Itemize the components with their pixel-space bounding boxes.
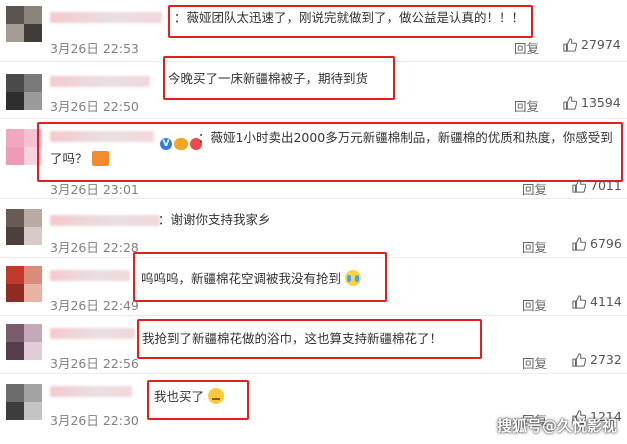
like-button[interactable]: 7011 [572, 178, 622, 193]
like-count: 6796 [590, 236, 622, 251]
comment-item: V ：薇娅1小时卖出2000多万元新疆棉制品，新疆棉的优质和热度，你感受到了吗？… [0, 119, 627, 198]
thumbs-up-icon [572, 236, 586, 251]
like-count: 2732 [590, 352, 622, 367]
comment-item: ：薇娅团队太迅速了，刚说完就做到了，做公益是认真的！！！ 3月26日 22:53… [0, 0, 627, 61]
username-blurred[interactable] [50, 270, 130, 281]
like-count: 7011 [590, 178, 622, 193]
comment-item: ：谢谢你支持我家乡 3月26日 22:28 回复 6796 [0, 199, 627, 255]
reply-button[interactable]: 回复 [522, 179, 547, 198]
thumbs-up-icon [563, 37, 577, 52]
comment-item: 我抢到了新疆棉花做的浴巾，这也算支持新疆棉花了！ 3月26日 22:56 回复 … [0, 316, 627, 372]
like-button[interactable]: 2732 [572, 352, 622, 367]
highlight-box [147, 380, 249, 420]
comment-time: 3月26日 22:56 [50, 356, 139, 371]
reply-button[interactable]: 回复 [522, 237, 547, 256]
watermark: 搜狐号@久悦影视 [496, 417, 617, 435]
like-button[interactable]: 27974 [563, 37, 621, 52]
highlight-box [163, 56, 395, 100]
comment-item: 今晚买了一床新疆棉被子，期待到货 3月26日 22:50 回复 13594 [0, 56, 627, 118]
like-count: 27974 [581, 37, 621, 52]
like-count: 4114 [590, 294, 622, 309]
comment-time: 3月26日 23:01 [50, 182, 139, 197]
thumbs-up-icon [572, 352, 586, 367]
highlight-box [37, 122, 623, 182]
like-button[interactable]: 4114 [572, 294, 622, 309]
avatar[interactable] [6, 384, 42, 420]
thumbs-up-icon [572, 294, 586, 309]
username-blurred[interactable] [50, 12, 162, 23]
like-count: 13594 [581, 95, 621, 110]
comment-text: ：谢谢你支持我家乡 [158, 212, 271, 227]
username-blurred[interactable] [50, 215, 160, 226]
like-button[interactable]: 13594 [563, 95, 621, 110]
comment-time: 3月26日 22:53 [50, 41, 139, 56]
comment-item: 呜呜呜，新疆棉花空调被我没有抢到 3月26日 22:49 回复 4114 [0, 252, 627, 314]
thumbs-up-icon [563, 95, 577, 110]
username-blurred[interactable] [50, 386, 132, 397]
reply-button[interactable]: 回复 [514, 38, 539, 57]
avatar[interactable] [6, 324, 42, 360]
reply-button[interactable]: 回复 [522, 295, 547, 314]
like-button[interactable]: 6796 [572, 236, 622, 251]
thumbs-up-icon [572, 178, 586, 193]
highlight-box [133, 252, 387, 302]
comment-time: 3月26日 22:49 [50, 298, 139, 313]
avatar[interactable] [6, 266, 42, 302]
avatar[interactable] [6, 74, 42, 110]
avatar[interactable] [6, 209, 42, 245]
highlight-box [168, 5, 533, 38]
reply-button[interactable]: 回复 [514, 96, 539, 115]
avatar[interactable] [6, 6, 42, 42]
username-blurred[interactable] [50, 328, 135, 339]
reply-button[interactable]: 回复 [522, 353, 547, 372]
username-blurred[interactable] [50, 76, 150, 87]
comment-time: 3月26日 22:28 [50, 240, 139, 255]
comment-time: 3月26日 22:30 [50, 413, 139, 428]
highlight-box [137, 319, 482, 359]
comment-time: 3月26日 22:50 [50, 99, 139, 114]
